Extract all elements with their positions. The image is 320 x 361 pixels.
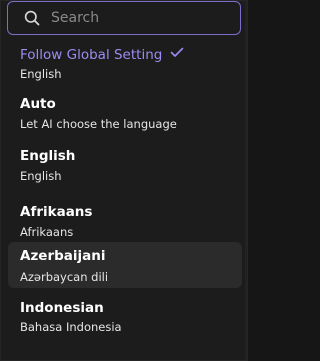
- search-input[interactable]: [51, 5, 240, 31]
- option-auto[interactable]: Auto Let AI choose the language: [1, 87, 247, 139]
- option-title: Follow Global Setting: [20, 46, 247, 63]
- option-subtitle: Let AI choose the language: [20, 117, 177, 131]
- option-subtitle: English: [20, 169, 62, 183]
- option-title: Azerbaijani: [20, 248, 106, 264]
- option-title: Indonesian: [20, 300, 104, 316]
- language-dropdown: Follow Global Setting English Auto Let A…: [0, 0, 248, 361]
- language-options-list: Follow Global Setting English Auto Let A…: [1, 41, 247, 340]
- option-subtitle: Bahasa Indonesia: [20, 320, 122, 334]
- option-subtitle: English: [20, 67, 62, 81]
- option-indonesian[interactable]: Indonesian Bahasa Indonesia: [1, 288, 247, 340]
- option-title: English: [20, 148, 76, 164]
- option-title: Afrikaans: [20, 204, 93, 220]
- scrollbar-track[interactable]: [245, 1, 247, 360]
- check-icon: [170, 46, 184, 62]
- option-subtitle: Afrikaans: [20, 225, 74, 239]
- option-azerbaijani[interactable]: Azerbaijani Azərbaycan dili: [8, 242, 242, 288]
- option-title: Auto: [20, 96, 56, 112]
- option-follow-global-setting[interactable]: Follow Global Setting English: [1, 41, 247, 87]
- option-english[interactable]: English English: [1, 139, 247, 191]
- option-subtitle: Azərbaycan dili: [20, 270, 109, 284]
- option-afrikaans[interactable]: Afrikaans Afrikaans: [1, 191, 247, 242]
- search-box[interactable]: [7, 1, 241, 35]
- search-icon: [22, 8, 42, 28]
